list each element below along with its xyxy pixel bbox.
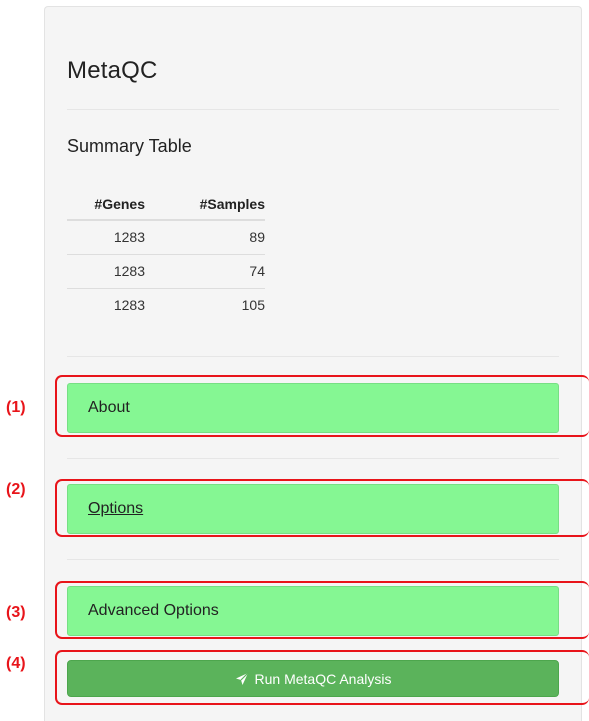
table-row: 1283 105 — [67, 288, 265, 322]
table-row: 1283 74 — [67, 254, 265, 289]
column-header-samples: #Samples — [145, 189, 265, 221]
annotation-label-2: (2) — [6, 481, 26, 498]
annotation-box-4 — [55, 650, 589, 705]
divider — [67, 109, 559, 110]
divider — [67, 559, 559, 560]
cell-samples: 74 — [145, 254, 265, 289]
divider — [67, 458, 559, 459]
divider — [67, 356, 559, 357]
annotation-label-4: (4) — [6, 655, 26, 672]
cell-genes: 1283 — [67, 254, 145, 289]
column-header-genes: #Genes — [67, 189, 145, 221]
annotation-box-1 — [55, 375, 589, 437]
summary-table: #Genes #Samples 1283 89 1283 74 1283 105 — [67, 189, 265, 322]
cell-genes: 1283 — [113, 297, 145, 314]
annotation-label-3: (3) — [6, 604, 26, 621]
page: MetaQC Summary Table #Genes #Samples 128… — [0, 0, 589, 721]
cell-genes: 1283 — [67, 220, 145, 255]
annotation-box-3 — [55, 581, 589, 639]
annotation-box-2 — [55, 479, 589, 537]
table-row: 1283 89 — [67, 220, 265, 255]
cell-samples: 105 — [241, 297, 265, 314]
cell-samples: 89 — [145, 220, 265, 255]
summary-table-title: Summary Table — [67, 136, 192, 156]
table-header-row: #Genes #Samples — [67, 189, 265, 221]
app-title: MetaQC — [67, 57, 158, 84]
annotation-label-1: (1) — [6, 399, 26, 416]
